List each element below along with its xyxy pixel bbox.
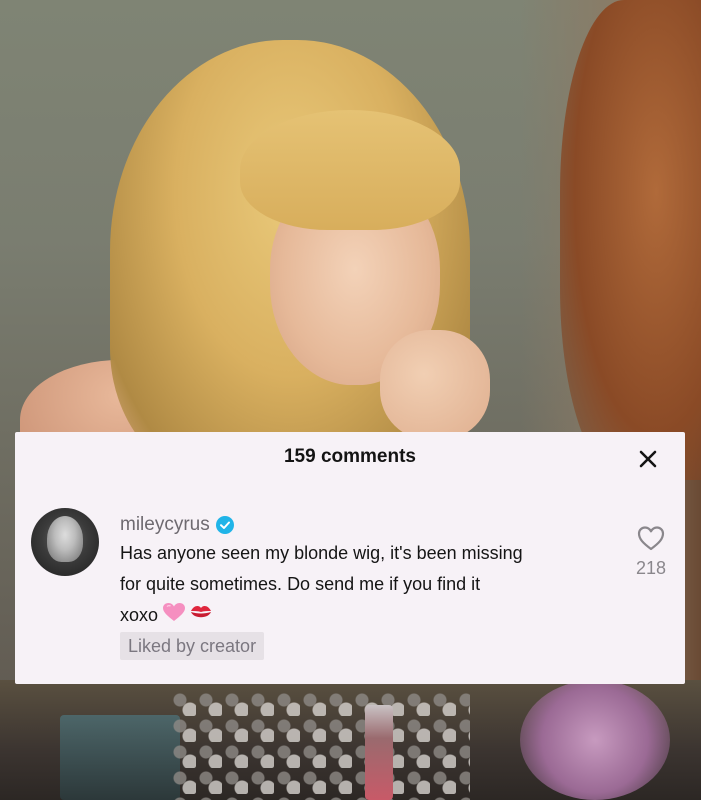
avatar[interactable] xyxy=(31,508,99,576)
comment-author-row: mileycyrus xyxy=(120,514,234,536)
pink-heart-emoji xyxy=(162,601,186,632)
comments-count-title: 159 comments xyxy=(283,446,416,467)
comment-text: Has anyone seen my blonde wig, it's been… xyxy=(120,538,590,632)
background-person-hair xyxy=(560,0,701,480)
comment-text-line-last: xoxo xyxy=(120,600,590,632)
like-count: 218 xyxy=(635,558,667,578)
comment-username[interactable]: mileycyrus xyxy=(120,514,210,536)
background-sequins xyxy=(170,690,470,800)
comments-sheet: 159 comments mileycyrus Has anyone seen … xyxy=(15,432,685,684)
close-icon xyxy=(639,450,657,468)
comment-signoff: xoxo xyxy=(120,605,159,625)
comment-text-line: Has anyone seen my blonde wig, it's been… xyxy=(120,543,523,563)
comment-text-line: for quite sometimes. Do send me if you f… xyxy=(120,574,481,594)
close-button[interactable] xyxy=(633,444,663,474)
comments-sheet-header: 159 comments xyxy=(15,432,685,482)
verified-badge-icon xyxy=(215,516,234,534)
like-column: 218 xyxy=(627,524,675,579)
background-hand xyxy=(380,330,490,440)
like-button[interactable] xyxy=(636,524,666,552)
background-bangs xyxy=(240,110,460,230)
background-box xyxy=(60,715,180,800)
background-bottle xyxy=(365,705,393,800)
comment-item: mileycyrus Has anyone seen my blonde wig… xyxy=(15,502,685,672)
heart-outline-icon xyxy=(637,526,665,551)
liked-by-creator-badge: Liked by creator xyxy=(120,632,265,660)
avatar-image xyxy=(47,516,83,562)
kiss-mark-emoji xyxy=(190,601,212,632)
background-flower xyxy=(520,680,670,800)
